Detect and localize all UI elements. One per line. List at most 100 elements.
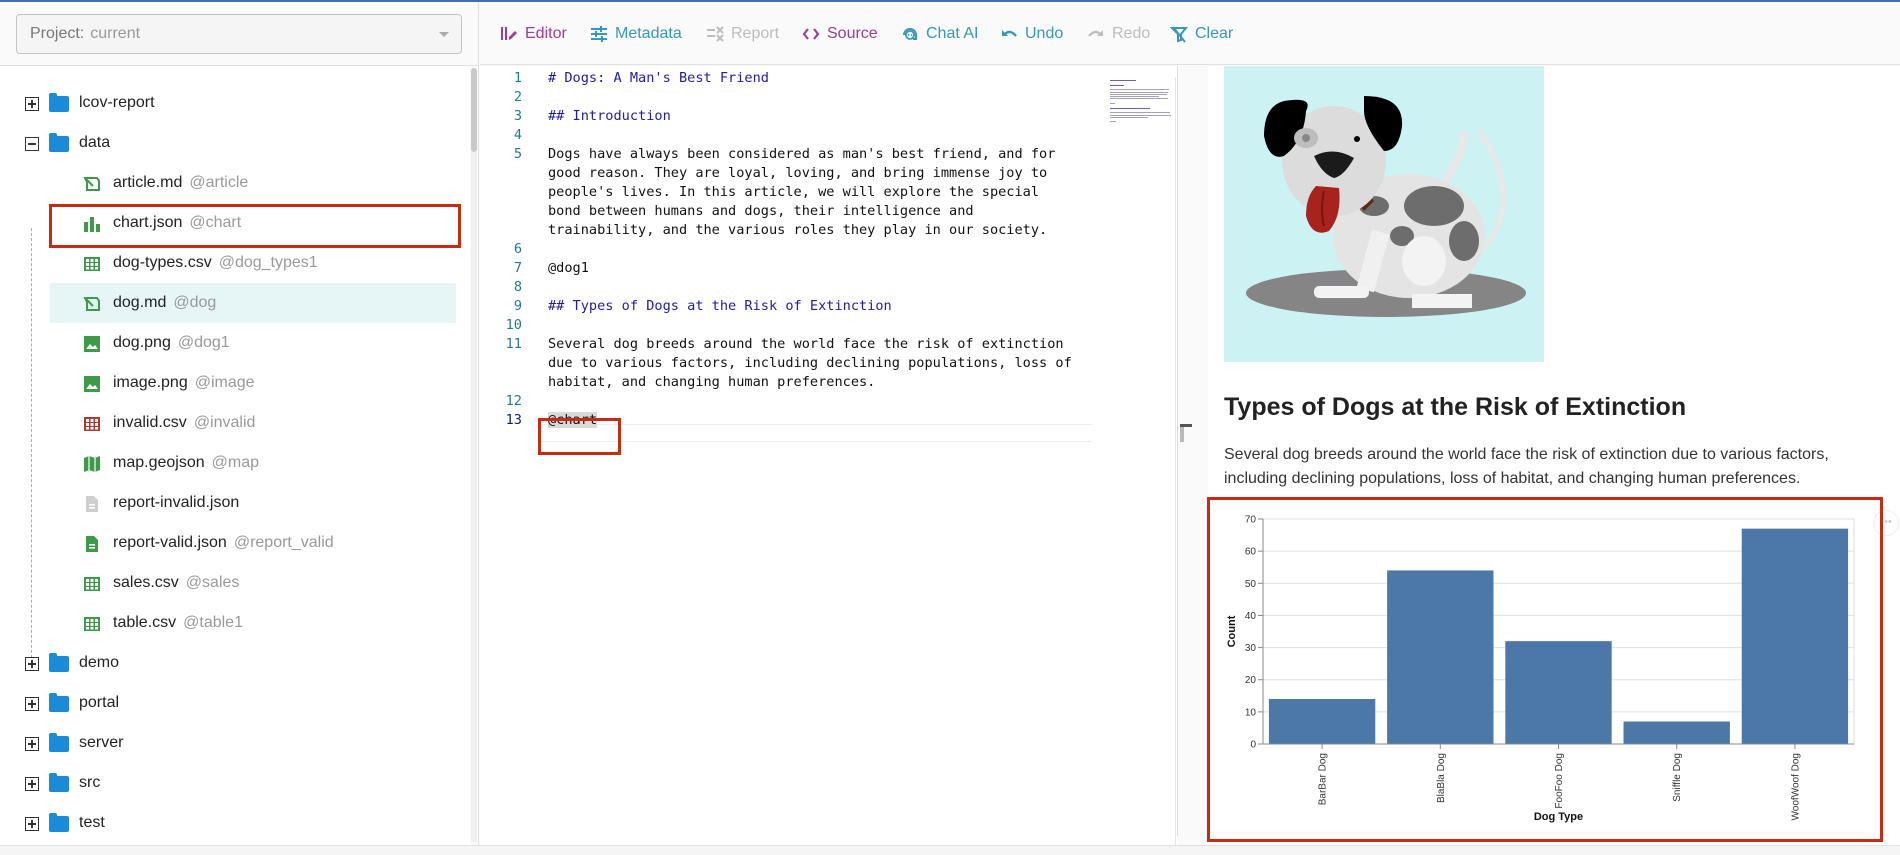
source-button[interactable]: Source xyxy=(802,22,878,46)
line-number: 3 xyxy=(513,108,522,124)
markdown-editor[interactable]: 1 # Dogs: A Man's Best Friend 2 3 ## Introdu… xyxy=(480,66,1192,846)
expand-icon[interactable] xyxy=(25,777,39,791)
chart-actions-button[interactable]: ••• xyxy=(1873,510,1899,536)
line-number: 1 xyxy=(513,70,522,86)
undo-button[interactable]: Undo xyxy=(1000,22,1063,46)
tree-file-invalid-csv[interactable]: invalid.csv @invalid xyxy=(0,403,470,443)
bar-woofwoof-dog xyxy=(1741,528,1849,744)
folder-icon xyxy=(49,93,69,112)
tree-file-article-md[interactable]: article.md @article xyxy=(0,163,470,203)
file-tree: lcov-report data article.md @article chart.j… xyxy=(0,66,470,846)
tree-folder-demo[interactable]: demo xyxy=(0,643,470,683)
editor-button[interactable]: Editor xyxy=(500,22,567,46)
tree-folder-test[interactable]: test xyxy=(0,803,470,843)
file-name: invalid.csv @invalid xyxy=(113,414,255,432)
y-tick-label: 30 xyxy=(1245,643,1257,654)
markdown-icon xyxy=(83,177,100,191)
table-invalid-icon xyxy=(84,417,100,431)
bar-chart-icon xyxy=(84,217,100,232)
redo-button[interactable]: Redo xyxy=(1087,22,1150,46)
folder-icon xyxy=(49,133,69,152)
sidebar-scrollbar-track[interactable] xyxy=(471,152,477,842)
tree-folder-lcov-report[interactable]: lcov-report xyxy=(0,83,470,123)
code-icon xyxy=(802,28,820,40)
code-text: # Dogs: A Man's Best Friend xyxy=(548,70,769,86)
file-name: dog.md @dog xyxy=(113,294,216,312)
tree-folder-portal[interactable]: portal xyxy=(0,683,470,723)
file-name-text: dog.png xyxy=(113,334,171,351)
tree-file-sales-csv[interactable]: sales.csv @sales xyxy=(0,563,470,603)
report-invalid-icon xyxy=(86,496,98,512)
folder-name: server xyxy=(79,734,124,751)
tree-file-table-csv[interactable]: table.csv @table1 xyxy=(0,603,470,643)
folder-name: src xyxy=(79,774,101,791)
tree-file-chart-json[interactable]: chart.json @chart xyxy=(0,203,470,243)
file-name-text: report-valid.json xyxy=(113,534,227,551)
file-name-text: article.md xyxy=(113,174,183,191)
line-number: 2 xyxy=(513,89,522,105)
collapse-icon[interactable] xyxy=(25,137,39,151)
file-name-text: dog.md xyxy=(113,294,167,311)
y-tick-label: 10 xyxy=(1245,707,1257,718)
minimap-line xyxy=(1110,116,1148,118)
file-name: report-invalid.json xyxy=(113,494,239,512)
overview-ruler-cursor xyxy=(1180,424,1192,427)
code-text: bond between humans and dogs, their inte… xyxy=(548,203,974,219)
file-name-text: dog-types.csv xyxy=(113,254,212,271)
editor-preview-divider[interactable] xyxy=(1177,66,1178,836)
expand-icon[interactable] xyxy=(25,737,39,751)
tree-folder-src[interactable]: src xyxy=(0,763,470,803)
report-label: Report xyxy=(731,25,780,42)
y-tick-label: 20 xyxy=(1245,675,1257,686)
report-button[interactable]: Report xyxy=(706,22,779,46)
expand-icon[interactable] xyxy=(25,817,39,831)
bar-foofoo-dog xyxy=(1505,641,1612,744)
tree-file-image-png[interactable]: image.png @image xyxy=(0,363,470,403)
folder-icon xyxy=(49,693,69,712)
tree-folder-server[interactable]: server xyxy=(0,723,470,763)
expand-icon[interactable] xyxy=(25,657,39,671)
x-tick-label: BarBar Dog xyxy=(1318,753,1329,805)
file-alias: @image xyxy=(194,374,255,391)
editor-minimap[interactable] xyxy=(1108,78,1174,138)
report-icon xyxy=(707,26,724,42)
file-name: image.png @image xyxy=(113,374,255,392)
sliders-icon xyxy=(591,26,607,42)
metadata-label: Metadata xyxy=(615,25,682,42)
folder-name: portal xyxy=(79,694,120,711)
x-tick-label: Sniffle Dog xyxy=(1672,753,1683,802)
chat-ai-button[interactable]: Chat AI xyxy=(901,22,978,46)
sidebar-scrollbar-thumb[interactable] xyxy=(471,68,477,152)
folder-icon xyxy=(49,733,69,752)
tree-file-map-geojson[interactable]: map.geojson @map xyxy=(0,443,470,483)
folder-icon xyxy=(49,653,69,672)
status-bar xyxy=(0,845,1900,855)
line-number: 4 xyxy=(513,127,522,143)
file-alias: @invalid xyxy=(193,414,256,431)
undo-icon xyxy=(1002,30,1017,37)
folder-name: test xyxy=(79,814,105,831)
bar-chart: 0 10 20 30 40 50 60 70 BarBar Dog BlaBla Dog FooFo… xyxy=(1226,515,1855,823)
file-alias: @map xyxy=(211,454,259,471)
code-text: ## Introduction xyxy=(548,108,671,124)
tree-folder-data[interactable]: data xyxy=(0,123,470,163)
file-name: table.csv @table1 xyxy=(113,614,243,632)
expand-icon[interactable] xyxy=(25,697,39,711)
file-name-text: report-invalid.json xyxy=(113,494,240,511)
code-text: good reason. They are loyal, loving, and… xyxy=(548,165,1048,181)
tree-file-dog-png[interactable]: dog.png @dog1 xyxy=(0,323,470,363)
expand-icon[interactable] xyxy=(25,97,39,111)
line-number: 5 xyxy=(513,146,522,162)
y-axis-title: Count xyxy=(1226,615,1238,647)
clear-button[interactable]: Clear xyxy=(1170,22,1233,46)
tree-file-dog-types-csv[interactable]: dog-types.csv @dog_types1 xyxy=(0,243,470,283)
metadata-button[interactable]: Metadata xyxy=(590,22,682,46)
tree-file-dog-md[interactable]: dog.md @dog xyxy=(50,283,456,323)
project-select[interactable]: Project: current xyxy=(16,14,462,54)
y-tick-label: 50 xyxy=(1245,579,1257,590)
image-icon xyxy=(84,336,100,352)
tree-file-report-invalid-json[interactable]: report-invalid.json xyxy=(0,483,470,523)
tree-file-report-valid-json[interactable]: report-valid.json @report_valid xyxy=(0,523,470,563)
minimap-line xyxy=(1110,98,1168,100)
file-name-text: table.csv xyxy=(113,614,177,631)
